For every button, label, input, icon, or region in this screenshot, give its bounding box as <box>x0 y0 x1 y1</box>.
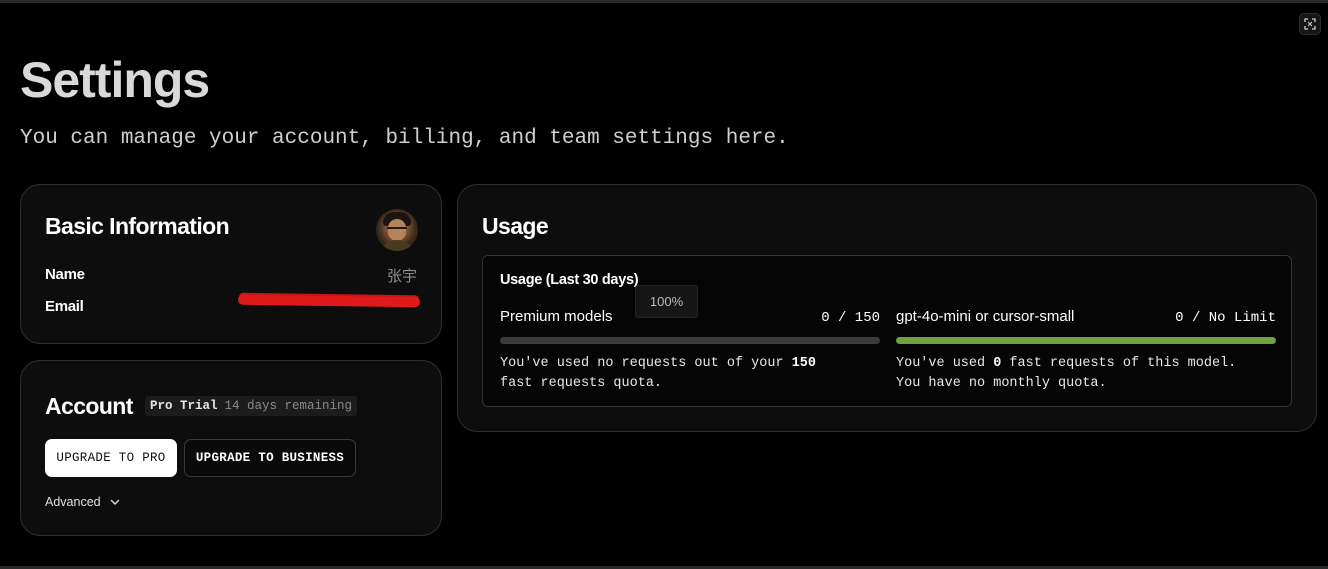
upgrade-to-pro-button[interactable]: UPGRADE TO PRO <box>45 439 177 477</box>
account-card: Account Pro Trial 14 days remaining UPGR… <box>20 360 442 536</box>
progress-bar <box>500 337 880 344</box>
usage-title: Usage <box>482 213 549 239</box>
expand-button[interactable] <box>1299 13 1321 35</box>
premium-models-meter: Premium models 0 / 150 You've used no re… <box>500 308 880 394</box>
name-label: Name <box>45 266 85 283</box>
advanced-label: Advanced <box>45 495 101 509</box>
meter-count: 0 / 150 <box>821 310 880 326</box>
progress-fill <box>896 337 1276 344</box>
chevron-down-icon <box>110 499 119 505</box>
usage-panel: Usage (Last 30 days) Premium models 0 / … <box>482 255 1292 407</box>
email-label: Email <box>45 298 84 315</box>
meter-description: You've used no requests out of your 150 … <box>500 356 816 391</box>
usage-card: Usage Usage (Last 30 days) Premium model… <box>457 184 1317 432</box>
meter-name: gpt-4o-mini or cursor-small <box>896 308 1075 325</box>
plan-name: Pro Trial <box>150 399 218 413</box>
window-top-border <box>0 0 1328 3</box>
meter-name: Premium models <box>500 308 613 325</box>
basic-information-title: Basic Information <box>45 213 230 239</box>
basic-information-card: Basic Information Name 张宇 Email <box>20 184 442 344</box>
plan-remaining: 14 days remaining <box>224 399 353 413</box>
meter-count: 0 / No Limit <box>1175 310 1276 326</box>
meter-description: You've used 0 fast requests of this mode… <box>896 356 1237 391</box>
gpt-4o-mini-meter: gpt-4o-mini or cursor-small 0 / No Limit… <box>896 308 1276 394</box>
avatar[interactable] <box>376 209 418 251</box>
account-title: Account <box>45 393 133 419</box>
tooltip: 100% <box>635 285 698 318</box>
name-value: 张宇 <box>386 267 417 285</box>
progress-bar <box>896 337 1276 344</box>
expand-icon <box>1304 18 1316 30</box>
page-subtitle: You can manage your account, billing, an… <box>20 127 789 150</box>
upgrade-to-business-button[interactable]: UPGRADE TO BUSINESS <box>184 439 356 477</box>
usage-period-label: Usage (Last 30 days) <box>500 272 639 288</box>
email-redaction <box>237 294 421 308</box>
plan-badge: Pro Trial 14 days remaining <box>145 396 358 416</box>
page-title: Settings <box>20 52 210 108</box>
advanced-toggle[interactable]: Advanced <box>45 495 121 509</box>
